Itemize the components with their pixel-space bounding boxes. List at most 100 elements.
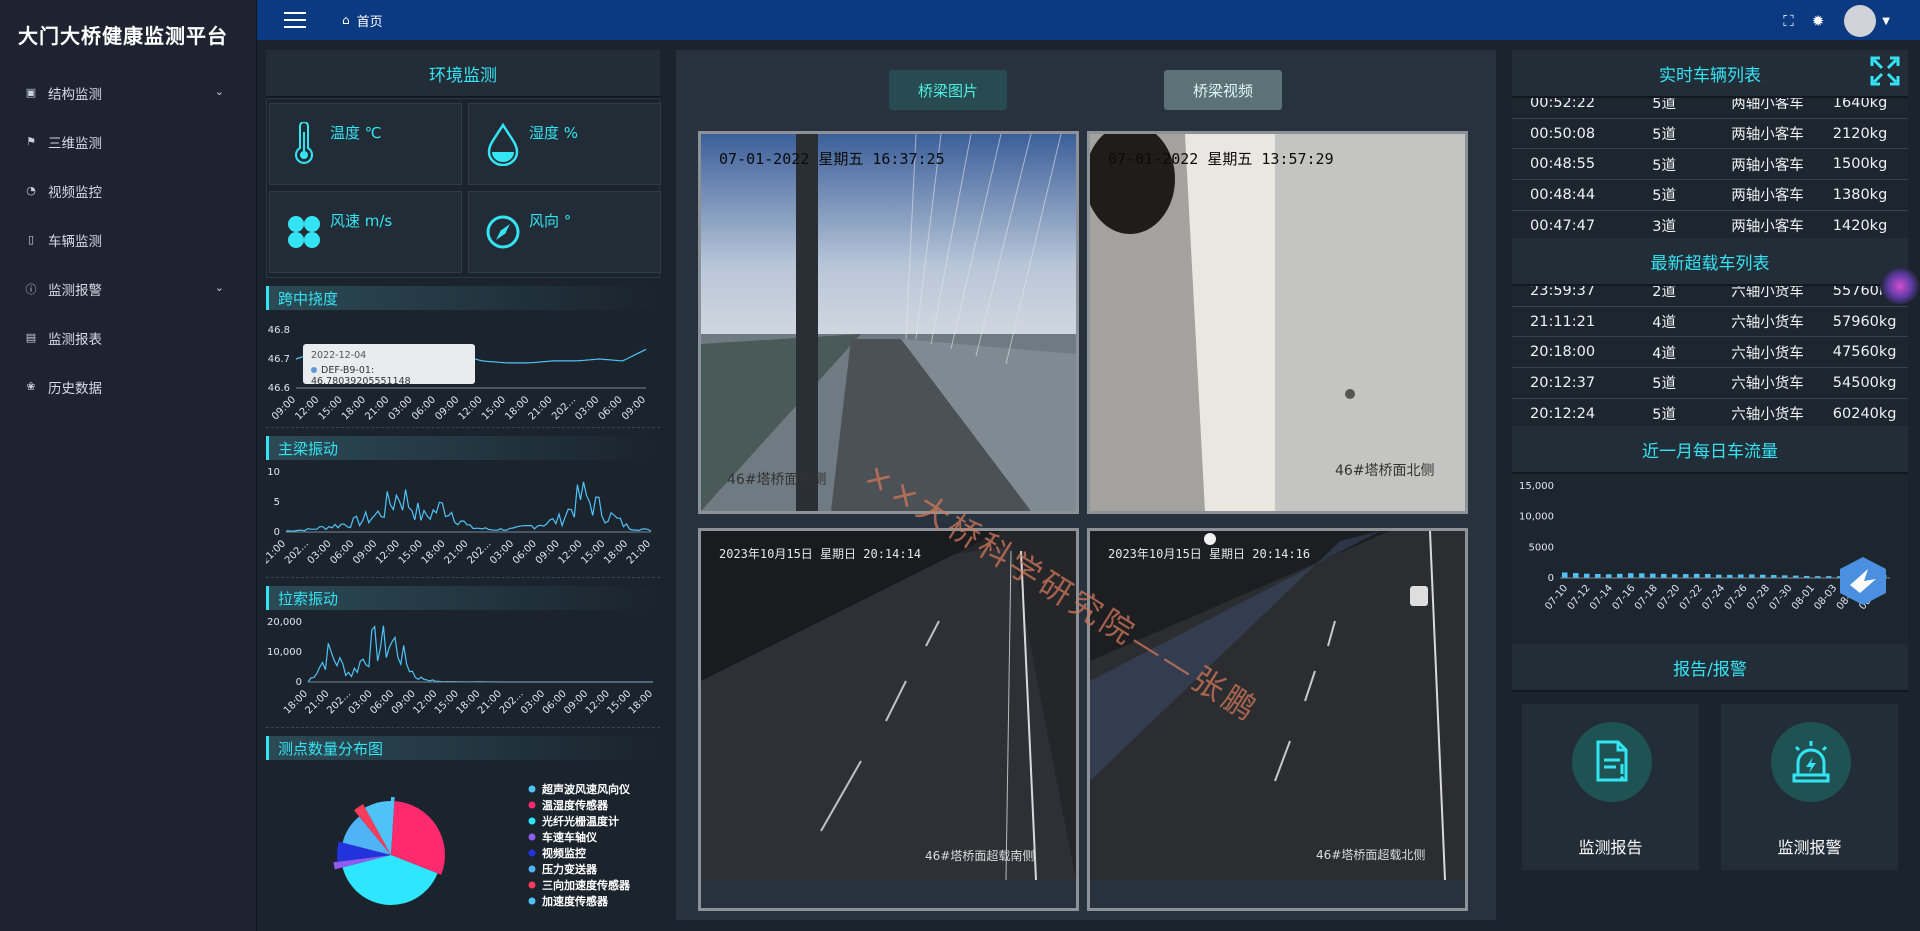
sidebar-item-history[interactable]: ❀ 历史数据	[0, 362, 256, 411]
table-row[interactable]: 00:47:47 3道 两轴小客车 1420kg	[1512, 211, 1908, 238]
monitoring-alarm-card[interactable]: 监测报警	[1721, 704, 1898, 870]
x-tick-label: 21:00	[363, 394, 391, 422]
bug-icon[interactable]: ✹	[1812, 12, 1825, 30]
legend-label: 加速度传感器	[541, 894, 609, 908]
x-tick-label: 18:00	[503, 394, 531, 422]
cell-time: 20:18:00	[1530, 344, 1596, 361]
floating-bird-icon[interactable]	[1838, 555, 1888, 607]
camera-feed-north[interactable]: 07-01-2022 星期五 13:57:29 46#塔桥面北侧	[1087, 131, 1468, 514]
bar	[1650, 573, 1656, 578]
top-navbar: ⌂ 首页 ⛶ ✹ ▼	[257, 0, 1920, 40]
camera-feed-overload-north[interactable]: 2023年10月15日 星期日 20:14:16 46#塔桥面超载北侧	[1087, 528, 1468, 911]
cell-type: 六轴小货车	[1731, 286, 1804, 301]
info-icon: ⓘ	[25, 282, 37, 296]
sidebar-item-structure[interactable]: ▣ 结构监测 ⌄	[0, 68, 256, 117]
avatar[interactable]	[1844, 5, 1877, 37]
hamburger-icon[interactable]	[284, 12, 306, 28]
table-row[interactable]: 20:12:37 5道 六轴小货车 54500kg	[1512, 368, 1908, 399]
fullscreen-icon[interactable]: ⛶	[1783, 12, 1794, 30]
cell-time: 23:59:37	[1530, 286, 1596, 299]
env-label: 温度 ℃	[330, 124, 382, 142]
x-tick-label: 08-03	[1812, 583, 1839, 612]
x-tick-label: 12:00	[557, 538, 585, 566]
sidebar-item-video[interactable]: ◔ 视频监控	[0, 166, 256, 215]
cell-type: 六轴小货车	[1731, 407, 1804, 424]
cell-lane: 5道	[1652, 127, 1676, 144]
x-tick-label: 07-24	[1700, 583, 1727, 612]
cell-weight: 60240kg	[1832, 405, 1897, 422]
cell-time: 00:50:08	[1530, 125, 1596, 142]
x-tick-label: 21:00	[442, 538, 470, 566]
camera-label: 46#塔桥面北侧	[1335, 463, 1435, 479]
sidebar-item-label: 监测报表	[48, 331, 102, 348]
x-tick-label: 09:00	[351, 538, 379, 566]
breadcrumb-home[interactable]: 首页	[357, 11, 383, 30]
legend-marker	[528, 849, 536, 857]
x-tick-label: 07-10	[1543, 583, 1570, 612]
bar	[1716, 574, 1722, 578]
x-tick-label: 06:00	[328, 538, 356, 566]
legend-label: 车速车轴仪	[542, 830, 598, 844]
report-doc-icon	[1572, 722, 1652, 802]
environment-grid: 温度 ℃ 湿度 % 风速 m/s 风向 °	[266, 98, 661, 278]
cell-time: 00:52:22	[1530, 98, 1596, 111]
camera-label: 46#塔桥面超载南侧	[925, 849, 1035, 863]
tab-bridge-images[interactable]: 桥梁图片	[889, 70, 1007, 110]
camera-timestamp: 07-01-2022 星期五 16:37:25	[719, 150, 945, 168]
floating-assistant-orb[interactable]	[1880, 268, 1920, 304]
cell-lane: 4道	[1652, 345, 1676, 362]
monitoring-report-card[interactable]: 监测报告	[1522, 704, 1699, 870]
legend-label: 温湿度传感器	[542, 798, 609, 812]
girder-vibration-chart: 10 5 0 21:00 202... 03:00 06:00 09:00 12:00 15:00…	[266, 460, 660, 578]
expand-icon[interactable]	[1870, 56, 1900, 86]
x-tick-label: 15:00	[480, 394, 508, 422]
compass-icon	[486, 215, 520, 249]
table-row[interactable]: 00:48:44 5道 两轴小客车 1380kg	[1512, 180, 1908, 211]
x-tick-label: 15:00	[317, 394, 345, 422]
x-tick-label: 18:00	[340, 394, 368, 422]
sidebar-item-vehicle[interactable]: ▯ 车辆监测	[0, 215, 256, 264]
cell-lane: 5道	[1652, 98, 1676, 113]
home-icon: ⌂	[342, 13, 350, 27]
caret-down-icon[interactable]: ▼	[1882, 16, 1890, 27]
cell-lane: 4道	[1652, 315, 1676, 332]
tooltip-date: 2022-12-04	[311, 350, 367, 361]
legend-label: 压力变送器	[542, 862, 598, 876]
table-row[interactable]: 23:59:37 2道 六轴小货车 55760kg	[1512, 286, 1908, 307]
table-body: 23:59:37 2道 六轴小货车 55760kg 21:11:21 4道 六轴小货车 57…	[1512, 286, 1908, 426]
chevron-down-icon: ⌄	[214, 281, 224, 294]
table-row[interactable]: 00:50:08 5道 两轴小客车 2120kg	[1512, 119, 1908, 150]
cell-weight: 1420kg	[1832, 217, 1888, 234]
sidebar-item-report[interactable]: ▤ 监测报表	[0, 313, 256, 362]
x-tick-label: 202...	[550, 394, 578, 422]
x-tick-label: 06:00	[410, 394, 438, 422]
reports-title: 报告/报警	[1512, 644, 1908, 692]
x-tick-label: 202...	[283, 538, 311, 566]
env-cell-temperature: 温度 ℃	[269, 103, 462, 185]
camera-timestamp: 2023年10月15日 星期日 20:14:14	[719, 547, 922, 561]
camera-feed-south[interactable]: 07-01-2022 星期五 16:37:25 46#塔桥面南侧	[698, 131, 1079, 514]
cable-vibration-title: 拉索振动	[266, 586, 660, 610]
table-row[interactable]: 20:12:24 5道 六轴小货车 60240kg	[1512, 399, 1908, 426]
cell-time: 00:48:55	[1530, 156, 1596, 173]
x-tick-label: 12:00	[293, 394, 321, 422]
bar	[1573, 573, 1579, 578]
x-tick-label: 07-12	[1566, 583, 1593, 612]
x-tick-label: 07-16	[1610, 583, 1637, 612]
x-tick-label: 06:00	[511, 538, 539, 566]
sidebar-item-alarm[interactable]: ⓘ 监测报警 ⌄	[0, 264, 256, 313]
x-tick-label: 15:00	[397, 538, 425, 566]
table-row[interactable]: 00:52:22 5道 两轴小客车 1640kg	[1512, 98, 1908, 119]
bar	[1749, 574, 1755, 578]
table-row[interactable]: 20:18:00 4道 六轴小货车 47560kg	[1512, 337, 1908, 369]
center-panel: 桥梁图片 桥梁视频 07-01-2022 星期五 16:37:25 46#塔桥面…	[676, 50, 1496, 920]
table-row[interactable]: 21:11:21 4道 六轴小货车 57960kg	[1512, 307, 1908, 338]
right-column: 实时车辆列表 00:52:22 5道 两轴小客车 1640kg 00:50:08 5道两…	[1512, 50, 1908, 920]
x-tick-label: 21:00	[266, 538, 288, 566]
tab-bridge-videos[interactable]: 桥梁视频	[1164, 70, 1282, 110]
sidebar-item-3d[interactable]: ⚑ 三维监测	[0, 117, 256, 166]
overload-vehicles-title: 最新超载车列表	[1512, 238, 1908, 286]
camera-feed-overload-south[interactable]: 2023年10月15日 星期日 20:14:14 46#塔桥面超载南侧	[698, 528, 1079, 911]
tooltip-series: DEF-B9-01	[321, 365, 371, 376]
table-row[interactable]: 00:48:55 5道 两轴小客车 1500kg	[1512, 149, 1908, 181]
